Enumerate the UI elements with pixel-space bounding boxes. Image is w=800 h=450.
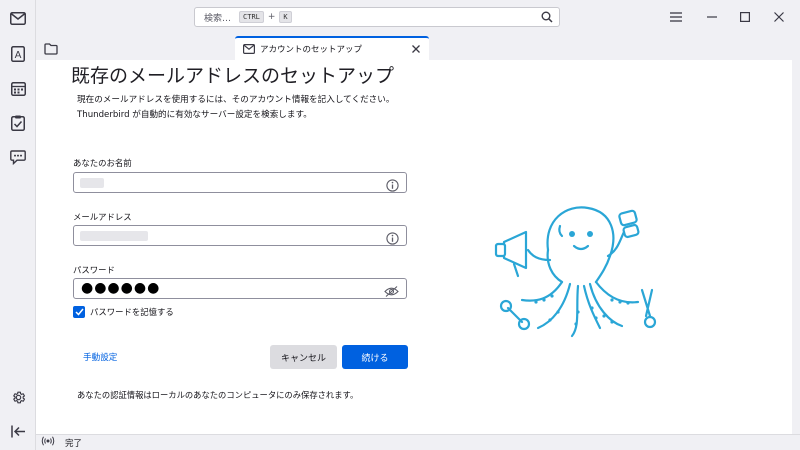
page-title: 既存のメールアドレスのセットアップ	[71, 65, 395, 87]
app-menu-icon[interactable]	[668, 9, 684, 25]
tab-label: アカウントのセットアップ	[260, 45, 363, 55]
spaces-toolbar: A	[0, 0, 36, 450]
description-line-1: 現在のメールアドレスを使用するには、そのアカウント情報を記入してください。	[77, 95, 395, 105]
minimize-icon[interactable]	[704, 9, 720, 25]
maximize-icon[interactable]	[737, 9, 753, 25]
credentials-note: あなたの認証情報はローカルのあなたのコンピュータにのみ保存されます。	[77, 390, 359, 400]
name-field[interactable]	[73, 172, 407, 193]
tab-bar: アカウントのセットアップ	[36, 34, 800, 60]
remember-password-label: パスワードを記憶する	[90, 307, 174, 317]
mail-icon[interactable]	[8, 8, 28, 28]
search-placeholder: 検索…	[204, 13, 232, 24]
chat-icon[interactable]	[8, 147, 28, 167]
tasks-icon[interactable]	[8, 113, 28, 133]
online-status-icon[interactable]	[41, 436, 55, 449]
cancel-button[interactable]: キャンセル	[270, 345, 337, 369]
title-bar: 検索… CTRL + K	[36, 0, 800, 34]
info-icon[interactable]	[386, 230, 399, 245]
settings-gear-icon[interactable]	[8, 387, 28, 407]
checkbox-checked-icon[interactable]	[73, 306, 85, 318]
hide-password-eye-icon[interactable]	[384, 283, 399, 297]
shortcut-plus: +	[267, 12, 276, 22]
calendar-icon[interactable]	[8, 78, 28, 98]
shortcut-key-ctrl: CTRL	[239, 11, 264, 23]
page-description: 現在のメールアドレスを使用するには、そのアカウント情報を記入してください。 Th…	[77, 93, 394, 123]
address-book-icon[interactable]: A	[8, 44, 28, 64]
description-line-2: Thunderbird が自動的に有効なサーバー設定を検索します。	[77, 110, 312, 120]
thunderbird-window: A 検索… CTRL + K アカウントのセットアップ 既存のメールアドレスのセ…	[0, 0, 800, 450]
status-bar: 完了	[36, 434, 800, 450]
close-tab-icon[interactable]	[410, 43, 422, 55]
email-field[interactable]	[73, 225, 407, 246]
remember-password-checkbox[interactable]: パスワードを記憶する	[73, 306, 174, 318]
close-window-icon[interactable]	[771, 9, 787, 25]
scrollbar[interactable]	[792, 60, 800, 434]
svg-text:A: A	[15, 50, 22, 61]
shortcut-key-k: K	[279, 11, 292, 23]
global-search-input[interactable]: 検索… CTRL + K	[194, 7, 560, 27]
octopus-illustration	[492, 204, 670, 348]
name-label: あなたのお名前	[73, 158, 132, 168]
folder-tab-icon[interactable]	[44, 40, 60, 55]
blurred-email-value	[80, 231, 148, 241]
email-label: メールアドレス	[73, 212, 132, 222]
account-setup-page: 既存のメールアドレスのセットアップ 現在のメールアドレスを使用するには、そのアカ…	[36, 60, 792, 434]
info-icon[interactable]	[386, 177, 399, 192]
password-label: パスワード	[73, 265, 115, 275]
collapse-toolbar-icon[interactable]	[8, 421, 28, 441]
manual-config-link[interactable]: 手動設定	[83, 351, 117, 363]
password-field[interactable]: ●●●●●●	[73, 278, 407, 299]
status-text: 完了	[65, 438, 83, 449]
tab-account-setup[interactable]: アカウントのセットアップ	[235, 36, 429, 60]
continue-button[interactable]: 続ける	[342, 345, 408, 369]
mail-icon	[243, 44, 256, 55]
search-icon[interactable]	[541, 11, 553, 26]
password-value: ●●●●●●	[81, 280, 161, 296]
blurred-name-value	[80, 178, 104, 188]
